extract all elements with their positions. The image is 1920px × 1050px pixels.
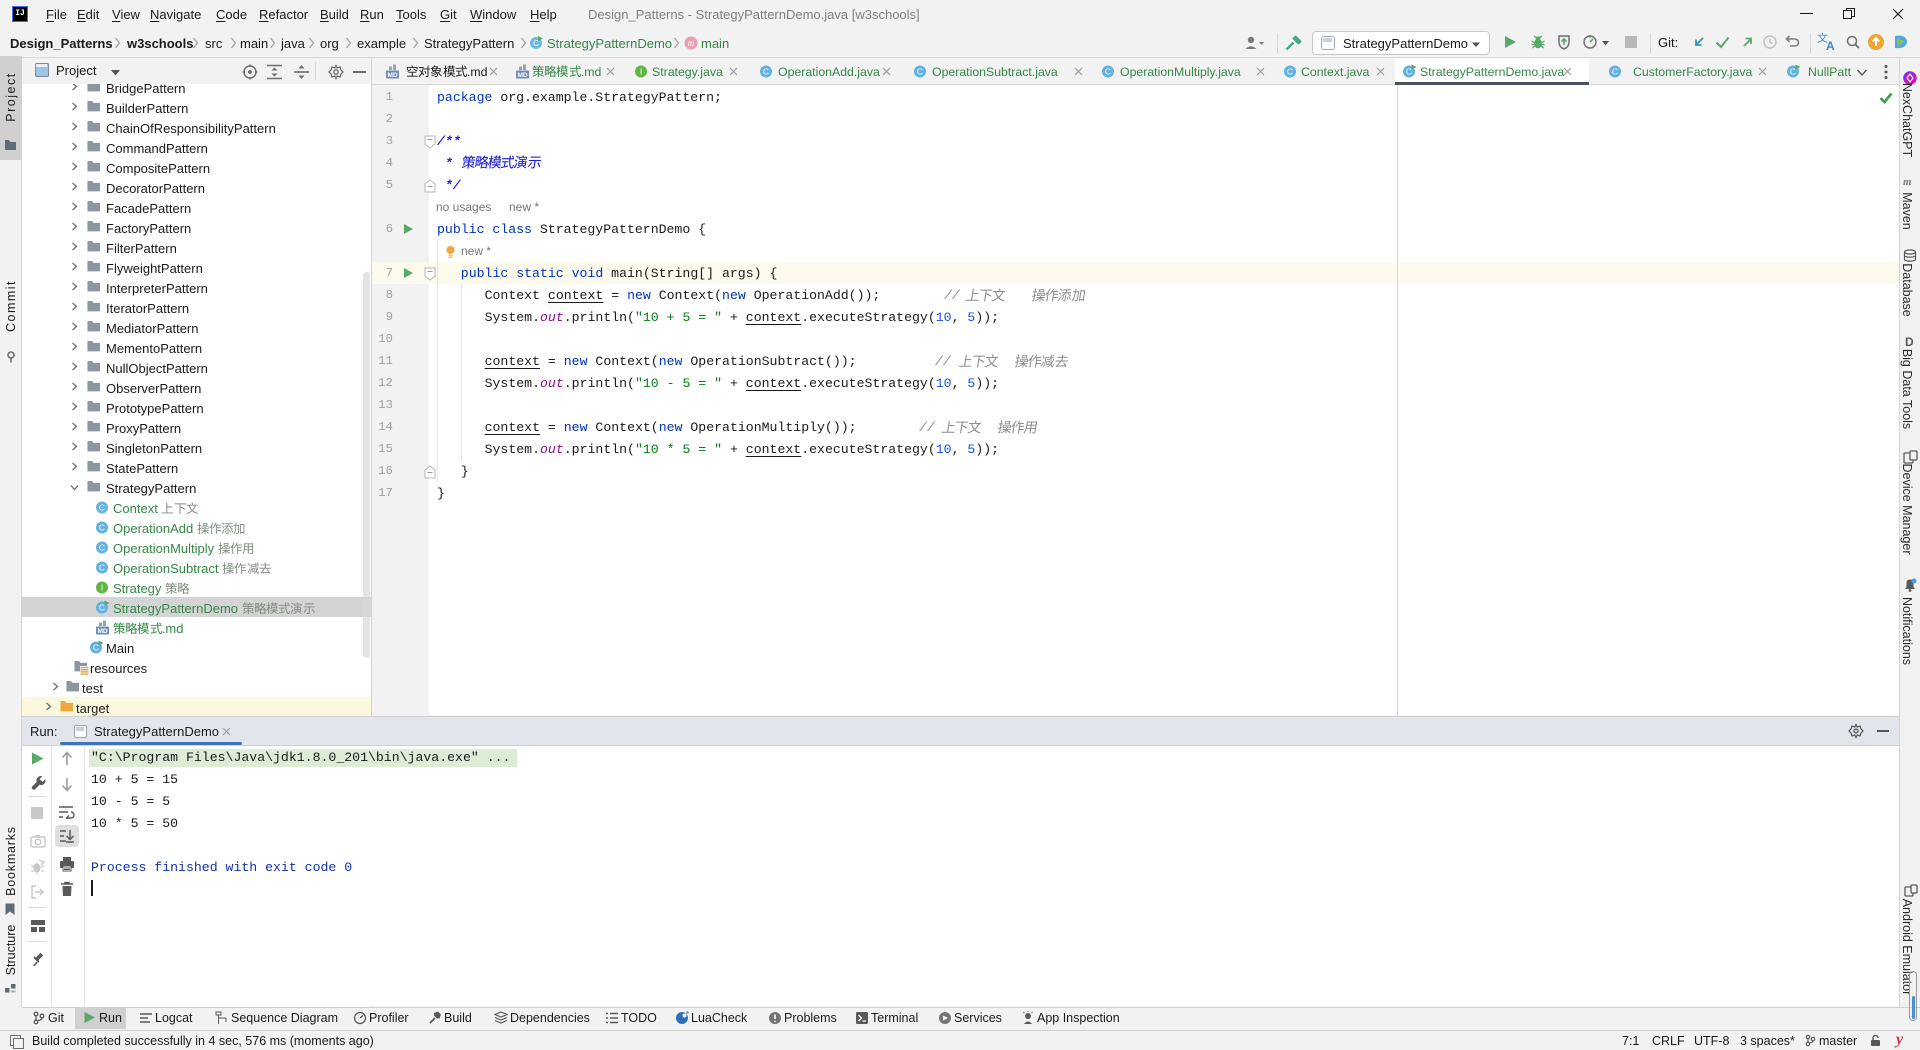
svg-text:MD: MD bbox=[517, 72, 527, 79]
svg-text:I: I bbox=[640, 67, 642, 77]
svg-text:C: C bbox=[99, 563, 105, 573]
svg-text:MD: MD bbox=[97, 628, 107, 635]
svg-text:C: C bbox=[1790, 67, 1796, 77]
svg-text:C: C bbox=[1406, 67, 1412, 77]
svg-text:C: C bbox=[93, 643, 99, 653]
svg-text:m: m bbox=[1903, 176, 1912, 187]
svg-text:I: I bbox=[101, 583, 103, 593]
svg-text:C: C bbox=[917, 67, 923, 77]
svg-text:m: m bbox=[688, 38, 695, 48]
svg-text:C: C bbox=[763, 67, 769, 77]
svg-text:MD: MD bbox=[387, 72, 397, 79]
svg-text:C: C bbox=[99, 523, 105, 533]
svg-text:C: C bbox=[99, 543, 105, 553]
svg-text:C: C bbox=[1612, 67, 1618, 77]
svg-text:C: C bbox=[1105, 67, 1111, 77]
svg-text:D: D bbox=[1905, 335, 1914, 348]
svg-text:C: C bbox=[99, 503, 105, 513]
svg-text:C: C bbox=[1287, 67, 1293, 77]
svg-text:A: A bbox=[1826, 39, 1835, 52]
svg-text:C: C bbox=[99, 603, 105, 613]
